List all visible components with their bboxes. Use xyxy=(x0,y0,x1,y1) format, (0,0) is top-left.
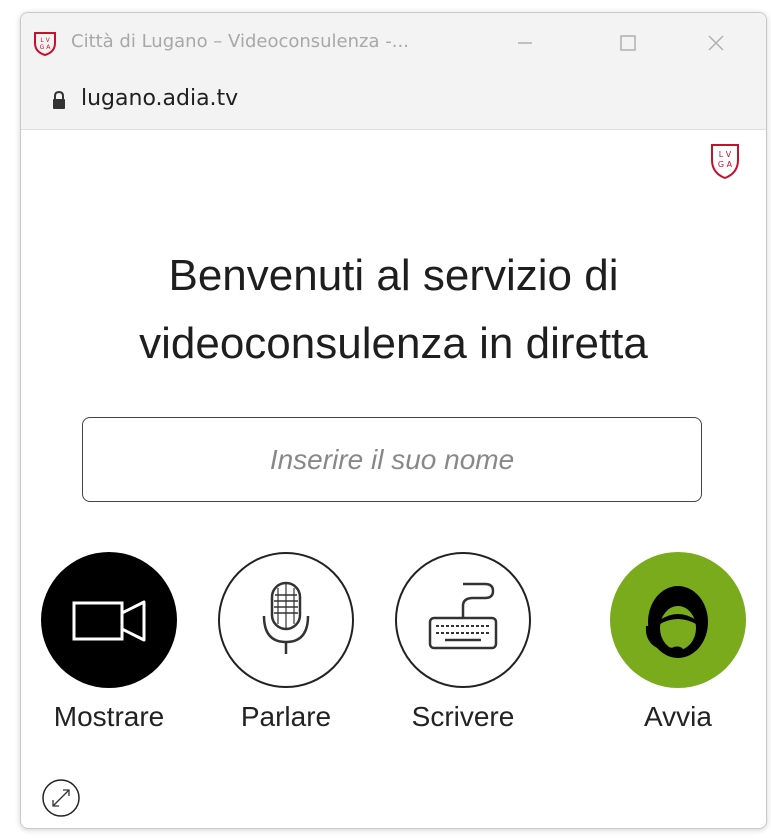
maximize-icon[interactable] xyxy=(611,27,645,59)
microphone-icon xyxy=(218,552,354,688)
svg-text:L V: L V xyxy=(40,37,50,44)
talk-label: Parlare xyxy=(240,701,332,732)
minimize-icon[interactable] xyxy=(508,27,542,59)
start-label: Avvia xyxy=(644,701,712,732)
svg-text:G A: G A xyxy=(40,44,52,51)
window-title: Città di Lugano – Videoconsulenza -... xyxy=(71,31,409,52)
svg-text:L V: L V xyxy=(719,150,732,159)
start-button[interactable]: Avvia xyxy=(603,550,753,750)
lugano-crest-icon: L V G A xyxy=(711,144,739,180)
video-camera-icon xyxy=(41,552,177,688)
lugano-crest-icon: L V G A xyxy=(34,32,56,56)
keyboard-icon xyxy=(395,552,531,688)
lock-icon xyxy=(53,90,65,109)
write-button[interactable]: Scrivere xyxy=(388,550,538,750)
show-video-label: Mostrare xyxy=(53,701,165,732)
headset-agent-icon xyxy=(610,552,746,688)
title-line-2: videoconsulenza in diretta xyxy=(139,319,648,368)
talk-button[interactable]: Parlare xyxy=(211,550,361,750)
address-bar[interactable]: lugano.adia.tv xyxy=(21,73,766,130)
write-label: Scrivere xyxy=(411,701,515,732)
page-title: Benvenuti al servizio di videoconsulenza… xyxy=(21,242,766,378)
browser-window: L V G A Città di Lugano – Videoconsulenz… xyxy=(20,12,767,829)
show-video-button[interactable]: Mostrare xyxy=(34,550,184,750)
close-icon[interactable] xyxy=(699,27,733,59)
name-input[interactable] xyxy=(82,417,702,502)
title-bar: L V G A Città di Lugano – Videoconsulenz… xyxy=(21,13,766,73)
expand-icon[interactable] xyxy=(41,778,81,818)
page-content: L V G A Benvenuti al servizio di videoco… xyxy=(21,130,766,828)
svg-text:G A: G A xyxy=(718,160,733,169)
title-line-1: Benvenuti al servizio di xyxy=(168,251,619,300)
url-text[interactable]: lugano.adia.tv xyxy=(81,86,238,111)
